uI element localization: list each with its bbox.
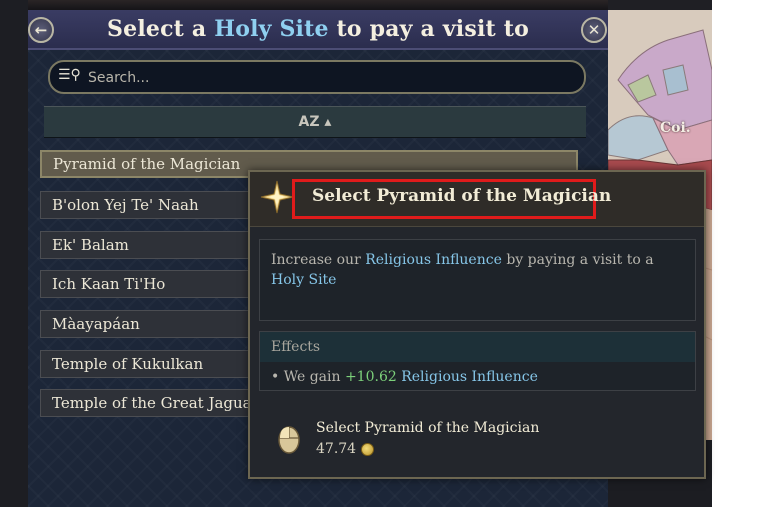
panel-title: Select a Holy Site to pay a visit to: [28, 16, 608, 42]
cost-row: 47.74: [316, 441, 375, 457]
effects-title: Effects: [271, 339, 321, 355]
effects-header: Effects: [260, 332, 695, 362]
tooltip-description: Increase our Religious Influence by payi…: [271, 250, 671, 290]
desc-text-2: by paying a visit to a: [501, 252, 654, 268]
filter-search-icon: ☰⚲: [58, 67, 81, 83]
effect-value: +10.62: [344, 369, 397, 385]
desc-link-holy-site: Holy Site: [271, 272, 337, 288]
cost-value: 47.74: [316, 441, 357, 457]
panel-header: ← Select a Holy Site to pay a visit to ✕: [28, 10, 608, 50]
title-prefix: Select a: [107, 16, 215, 42]
effect-line: • We gain +10.62 Religious Influence: [271, 369, 538, 385]
sort-button[interactable]: AZ ▴: [44, 106, 586, 138]
effects-box: Effects • We gain +10.62 Religious Influ…: [259, 331, 696, 391]
desc-text-1: Increase our: [271, 252, 366, 268]
desc-link-religious-influence: Religious Influence: [365, 252, 502, 268]
tooltip-header: Select Pyramid of the Magician: [250, 172, 704, 227]
tooltip-title: Select Pyramid of the Magician: [312, 186, 612, 206]
sort-alpha-icon: AZ ▴: [298, 114, 332, 130]
search-box[interactable]: ☰⚲: [48, 60, 586, 94]
left-click-icon: [278, 426, 300, 454]
search-input[interactable]: [86, 66, 570, 90]
holy-site-star-icon: [260, 180, 294, 214]
action-label: Select Pyramid of the Magician: [316, 420, 540, 436]
holy-site-tooltip: Select Pyramid of the Magician Increase …: [248, 170, 706, 479]
description-box: Increase our Religious Influence by payi…: [259, 239, 696, 321]
title-suffix: to pay a visit to: [328, 16, 529, 42]
game-screen: ← Select a Holy Site to pay a visit to ✕…: [0, 0, 772, 507]
map-label: Coi.: [660, 120, 691, 136]
close-button[interactable]: ✕: [581, 17, 607, 43]
effect-prefix: • We gain: [271, 369, 345, 385]
top-edge: [28, 0, 608, 10]
gold-coin-icon: [361, 442, 375, 456]
title-highlight: Holy Site: [214, 16, 329, 42]
close-icon: ✕: [587, 20, 601, 39]
effect-target: Religious Influence: [401, 369, 538, 385]
left-edge: [0, 0, 28, 507]
screen-margin: [712, 0, 772, 507]
